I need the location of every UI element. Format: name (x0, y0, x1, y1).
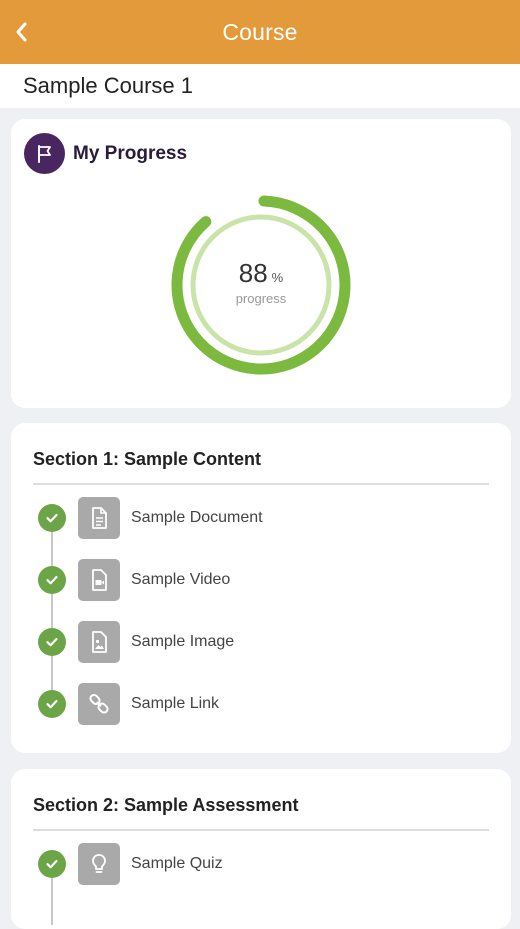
page-title: Course (222, 18, 298, 45)
image-icon (78, 621, 120, 663)
item-label: Sample Quiz (131, 855, 223, 872)
check-icon (38, 504, 66, 532)
item-label: Sample Video (131, 571, 231, 588)
progress-header: My Progress (24, 133, 187, 174)
list-item-sample-document[interactable]: Sample Document (38, 496, 478, 540)
list-item-sample-quiz[interactable]: Sample Quiz (38, 842, 478, 886)
timeline-line (51, 519, 53, 707)
progress-caption: progress (235, 291, 287, 306)
list-item-sample-video[interactable]: Sample Video (38, 558, 478, 602)
item-label: Sample Image (131, 633, 235, 650)
chevron-left-icon (16, 22, 27, 42)
link-icon (78, 683, 120, 725)
section-divider (33, 483, 489, 485)
section-divider (33, 829, 489, 831)
progress-heading: My Progress (73, 142, 188, 164)
back-button[interactable] (6, 16, 38, 48)
list-item-sample-image[interactable]: Sample Image (38, 620, 478, 664)
document-icon (78, 497, 120, 539)
progress-ring: 88 % progress (170, 194, 352, 376)
section-card: Section 2: Sample Assessment Sample Quiz (11, 769, 511, 929)
progress-avatar (24, 133, 65, 174)
list-item-sample-link[interactable]: Sample Link (38, 682, 478, 726)
item-label: Sample Link (131, 695, 220, 712)
check-icon (38, 566, 66, 594)
flag-icon (37, 144, 51, 163)
check-icon (38, 850, 66, 878)
lightbulb-icon (78, 843, 120, 885)
course-name: Sample Course 1 (23, 73, 193, 98)
video-icon (78, 559, 120, 601)
check-icon (38, 628, 66, 656)
check-icon (38, 690, 66, 718)
course-title-bar: Sample Course 1 (0, 64, 520, 108)
progress-card: My Progress 88 % progress (11, 119, 511, 408)
section-title: Section 1: Sample Content (33, 449, 262, 469)
progress-readout: 88 % progress (170, 194, 352, 376)
section-title: Section 2: Sample Assessment (33, 795, 299, 815)
section-card: Section 1: Sample Content Sample Documen… (11, 423, 511, 753)
progress-value: 88 (238, 258, 268, 288)
item-label: Sample Document (131, 509, 263, 526)
app-header: Course (0, 0, 520, 64)
progress-unit: % (271, 270, 284, 285)
